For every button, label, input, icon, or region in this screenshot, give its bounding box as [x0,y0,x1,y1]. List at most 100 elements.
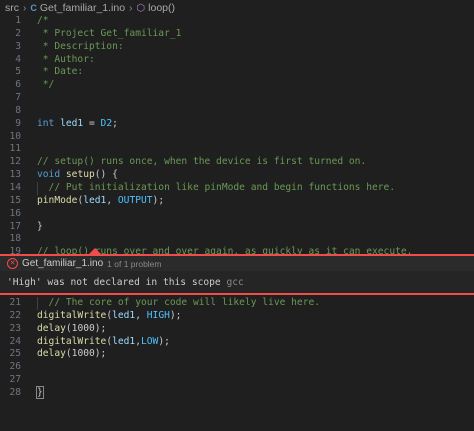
code-line[interactable]: 14 // Put initialization like pinMode an… [0,181,474,195]
code-token: led1 [83,194,107,206]
line-number: 1 [15,15,21,26]
line-number: 28 [9,386,21,398]
code-text: * Description: [37,41,124,54]
breadcrumb-file[interactable]: Get_familiar_1.ino [40,2,125,14]
code-token: led1 [112,335,136,347]
code-token: digitalWrite [37,335,107,347]
line-number: 14 [9,181,21,193]
cpp-file-icon: C [30,3,37,13]
line-number: 5 [15,66,21,78]
line-number: 16 [9,207,21,219]
problem-peek-widget[interactable]: ✕ Get_familiar_1.ino 1 of 1 problem 'Hig… [0,248,474,295]
code-token: */ [37,79,55,91]
code-token: led1 [112,309,136,321]
code-line[interactable]: 1 /* [0,15,474,28]
line-number: 25 [9,348,21,360]
code-line[interactable]: 18 [0,233,474,246]
code-line[interactable]: 10 [0,131,474,144]
chevron-right-icon: › [23,2,27,14]
code-token: * Author: [37,53,95,65]
code-text: /* [37,15,49,28]
code-token: D2 [100,117,113,129]
code-token: delay [37,322,66,334]
line-number: 10 [9,130,21,142]
code-text: } [36,385,44,400]
code-token: , [135,309,147,321]
line-number: 15 [9,194,21,206]
code-token: delay [37,348,66,360]
code-text: // Put initialization like pinMode and b… [37,182,396,195]
code-token: pinMode [37,194,78,206]
code-line[interactable]: 21 // The core of your code will likely … [0,297,474,310]
code-line[interactable]: 23 delay(1000); [0,323,474,336]
code-line[interactable]: 9 int led1 = D2; [0,118,474,131]
code-token: /* [37,15,49,26]
code-token: // setup() runs once, when the device is… [37,156,367,168]
line-number: 21 [9,297,21,308]
code-token: (1000); [65,322,107,334]
code-line[interactable]: 26 [0,361,474,374]
code-line[interactable]: 25 delay(1000); [0,348,474,361]
method-icon: ⬡ [136,2,146,14]
line-number: 13 [9,169,21,181]
code-line[interactable]: 6 */ [0,79,474,92]
code-token: * Description: [37,40,124,52]
line-number: 27 [9,374,21,386]
code-line[interactable]: 15 pinMode(led1, OUTPUT); [0,195,474,208]
code-token: ); [158,335,170,347]
peek-message-row: 'High' was not declared in this scope gc… [0,271,474,288]
code-token: int [37,117,55,129]
code-token: ); [152,194,165,206]
code-token: ); [169,309,182,321]
code-line[interactable]: 12 // setup() runs once, when the device … [0,156,474,169]
line-number: 2 [15,27,21,39]
code-token: * Date: [37,66,84,78]
line-number: 12 [9,156,21,168]
code-token: // The core of your code will likely liv… [37,297,321,308]
code-text: * Project Get_familiar_1 [37,27,182,41]
code-line[interactable]: 17} [0,221,474,234]
code-line[interactable]: 2 * Project Get_familiar_1 [0,28,474,41]
code-editor-top[interactable]: 1/* 2 * Project Get_familiar_1 3 * Descrip… [0,15,474,272]
line-number: 24 [9,335,21,347]
peek-header: ✕ Get_familiar_1.ino 1 of 1 problem [0,256,474,271]
code-line[interactable]: 3 * Description: [0,41,474,54]
code-text: delay(1000); [37,348,106,361]
code-editor-bottom[interactable]: 21 // The core of your code will likely … [0,297,474,400]
code-line[interactable]: 22 digitalWrite(led1, HIGH); [0,310,474,323]
code-line[interactable]: 8 [0,105,474,118]
line-number: 11 [9,143,21,155]
breadcrumb: src › C Get_familiar_1.ino › ⬡ loop() [0,0,474,16]
code-token: LOW [140,335,159,347]
code-token: * Project Get_familiar_1 [37,27,182,39]
breadcrumb-folder[interactable]: src [5,2,19,14]
error-circle-icon: ✕ [7,258,18,269]
peek-pointer [89,248,101,254]
breadcrumb-symbol[interactable]: loop() [148,2,175,14]
code-line[interactable]: 27 [0,374,474,387]
code-token: setup [65,169,95,181]
code-text: * Date: [37,66,83,79]
code-line[interactable]: 11 [0,143,474,156]
code-token: led1 [60,117,84,129]
line-number: 9 [15,117,21,129]
line-number: 17 [9,220,21,232]
code-token: ; [112,117,118,129]
code-line[interactable]: 7 [0,92,474,105]
code-token: } [36,385,44,399]
code-text: // The core of your code will likely liv… [37,297,320,310]
line-number: 22 [9,309,21,321]
code-line[interactable]: 4 * Author: [0,54,474,67]
code-line[interactable]: 28} [0,385,474,400]
code-line[interactable]: 5 * Date: [0,66,474,79]
code-line[interactable]: 24 digitalWrite(led1,LOW); [0,336,474,349]
code-token: void [37,169,61,181]
code-line[interactable]: 16 [0,208,474,221]
code-token: HIGH [146,309,170,321]
code-line[interactable]: 13 void setup() { [0,169,474,182]
code-text: int led1 = D2; [37,118,118,131]
line-number: 8 [15,104,21,116]
line-number: 4 [15,53,21,65]
code-text: digitalWrite(led1,LOW); [37,336,170,349]
code-token: (1000); [65,348,107,360]
